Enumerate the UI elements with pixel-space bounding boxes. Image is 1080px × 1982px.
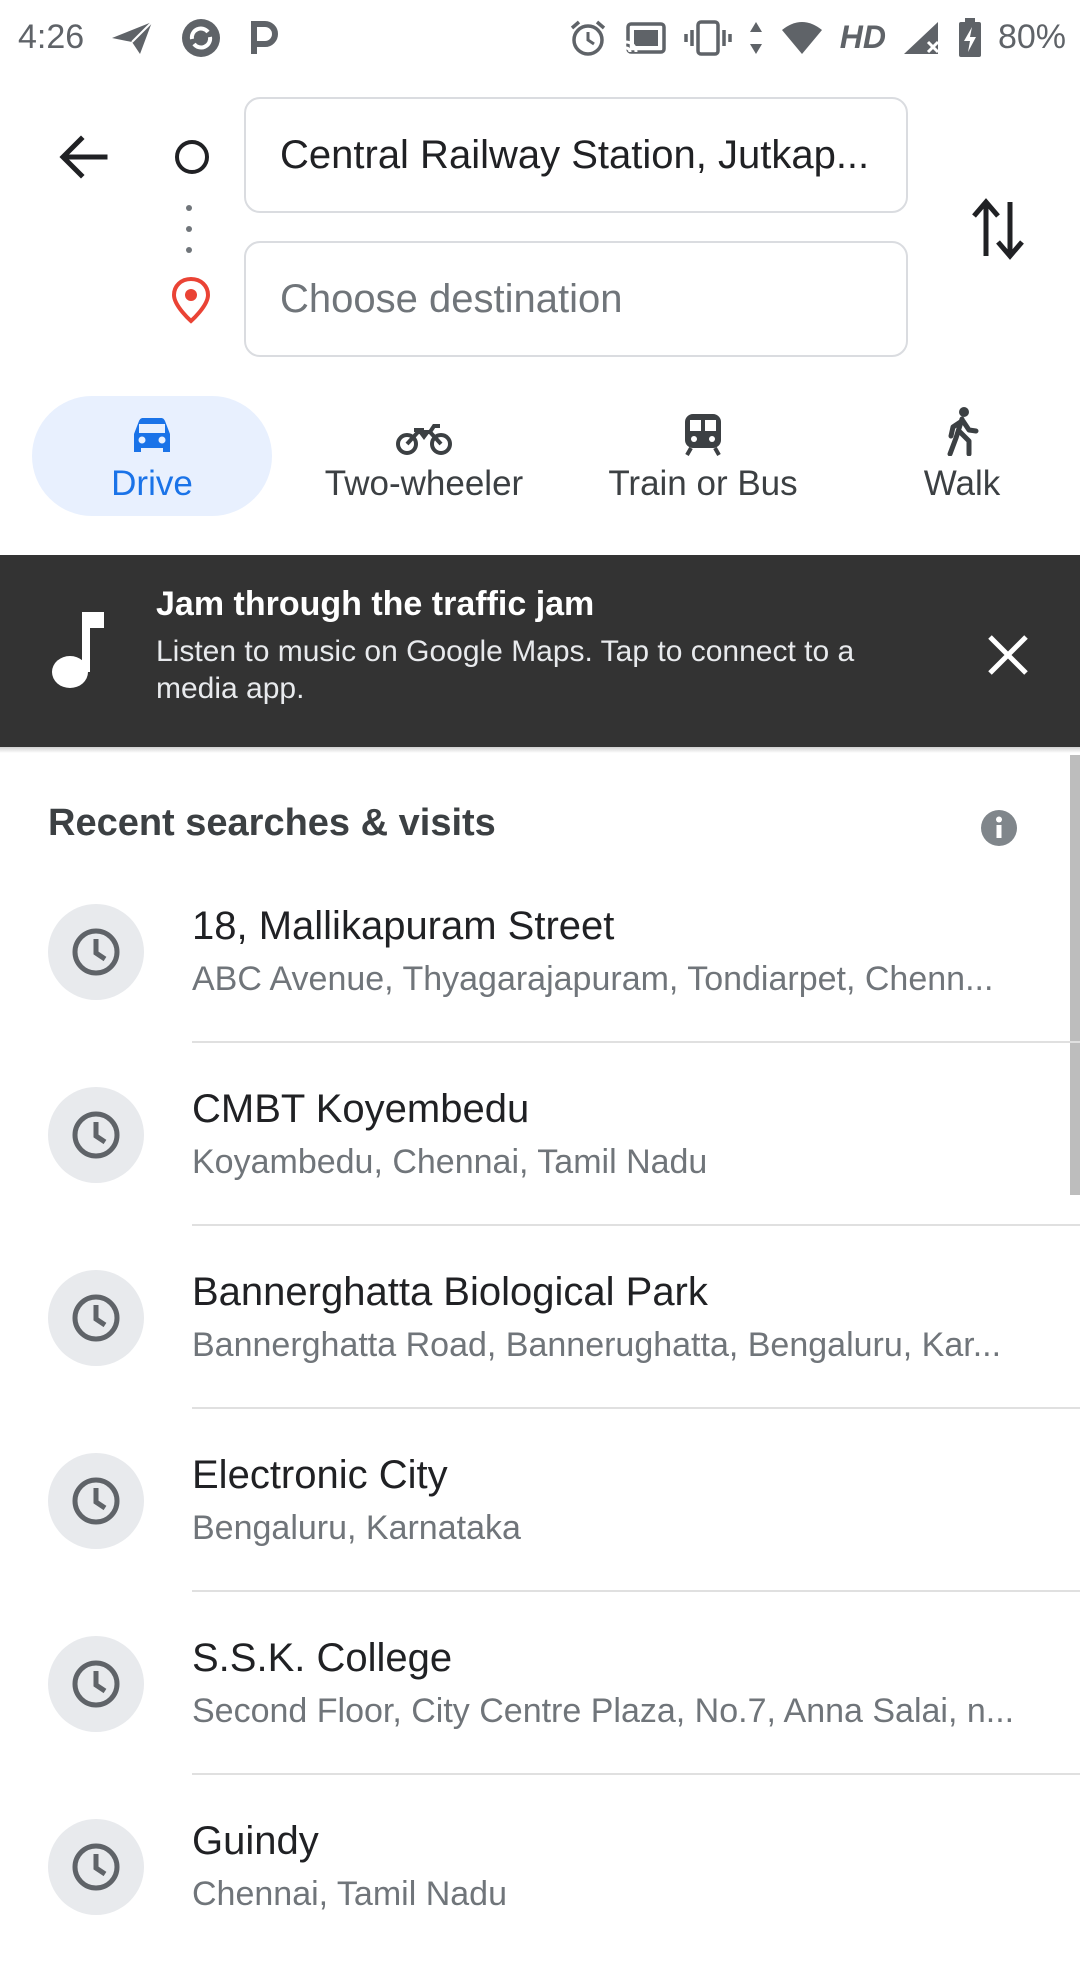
wifi-icon <box>780 20 824 56</box>
network-label: HD <box>839 19 886 55</box>
divider <box>192 1773 1080 1775</box>
item-title: Guindy <box>192 1819 319 1863</box>
car-icon <box>134 418 170 452</box>
music-promo-banner[interactable]: Jam through the traffic jam Listen to mu… <box>0 555 1080 747</box>
origin-input[interactable]: Central Railway Station, Jutkap... <box>244 97 908 213</box>
item-subtitle: Second Floor, City Centre Plaza, No.7, A… <box>192 1692 1015 1730</box>
origin-marker-icon <box>175 140 209 174</box>
status-time: 4:26 <box>18 18 85 56</box>
sync-app-icon <box>180 17 222 59</box>
list-item[interactable]: S.S.K. College Second Floor, City Centre… <box>0 1616 1080 1799</box>
item-title: Electronic City <box>192 1453 448 1497</box>
travel-mode-tabs: Drive Two-wheeler Train or Bus Walk <box>0 396 1080 516</box>
divider <box>192 1041 1080 1043</box>
divider <box>192 1224 1080 1226</box>
banner-body: Listen to music on Google Maps. Tap to c… <box>156 635 855 705</box>
item-subtitle: Bengaluru, Karnataka <box>192 1509 521 1547</box>
alarm-icon <box>568 18 608 58</box>
item-subtitle: ABC Avenue, Thyagarajapuram, Tondiarpet,… <box>192 960 994 998</box>
route-dots <box>186 205 192 253</box>
scrollbar[interactable] <box>1070 755 1080 1195</box>
item-title: S.S.K. College <box>192 1636 453 1680</box>
item-subtitle: Koyambedu, Chennai, Tamil Nadu <box>192 1143 708 1181</box>
destination-input[interactable]: Choose destination <box>244 241 908 357</box>
cast-icon <box>624 20 668 56</box>
mode-train-or-bus[interactable]: Train or Bus <box>594 396 812 516</box>
signal-icon <box>902 20 942 56</box>
train-icon <box>685 414 721 456</box>
data-arrows-icon <box>748 20 764 56</box>
swap-vert-icon <box>972 198 1024 260</box>
close-icon <box>988 635 1028 675</box>
parking-icon <box>248 20 279 56</box>
music-note-icon <box>52 612 104 688</box>
close-banner-button[interactable] <box>984 631 1032 679</box>
motorbike-icon <box>396 424 452 455</box>
item-subtitle: Chennai, Tamil Nadu <box>192 1875 507 1913</box>
status-bar: 4:26 HD 80% <box>0 0 1080 75</box>
banner-title: Jam through the traffic jam <box>156 585 595 623</box>
list-item[interactable]: Electronic City Bengaluru, Karnataka <box>0 1433 1080 1616</box>
item-subtitle: Bannerghatta Road, Bannerughatta, Bengal… <box>192 1326 1002 1364</box>
battery-charging-icon <box>958 17 982 58</box>
section-title: Recent searches & visits <box>48 802 496 844</box>
mode-two-wheeler[interactable]: Two-wheeler <box>306 396 542 516</box>
clock-icon <box>48 1636 144 1732</box>
divider <box>0 747 1080 753</box>
mode-label: Walk <box>923 464 1001 503</box>
divider <box>192 1590 1080 1592</box>
mode-label: Two-wheeler <box>324 464 524 503</box>
item-title: 18, Mallikapuram Street <box>192 904 615 948</box>
list-item[interactable]: Bannerghatta Biological Park Bannerghatt… <box>0 1250 1080 1433</box>
divider <box>192 1407 1080 1409</box>
mode-walk[interactable]: Walk <box>898 396 1026 516</box>
info-icon[interactable] <box>980 809 1018 847</box>
send-icon <box>110 20 154 56</box>
swap-button[interactable] <box>968 196 1028 262</box>
mode-label: Train or Bus <box>608 464 798 503</box>
mode-drive[interactable]: Drive <box>32 396 272 516</box>
mode-label: Drive <box>111 464 193 503</box>
clock-icon <box>48 1819 144 1915</box>
list-item[interactable]: Guindy Chennai, Tamil Nadu <box>0 1799 1070 1982</box>
clock-icon <box>48 1453 144 1549</box>
destination-pin-icon <box>171 276 211 324</box>
clock-icon <box>48 1270 144 1366</box>
origin-text: Central Railway Station, Jutkap... <box>280 132 870 177</box>
walk-icon <box>947 407 979 456</box>
item-title: CMBT Koyembedu <box>192 1087 530 1131</box>
clock-icon <box>48 904 144 1000</box>
clock-icon <box>48 1087 144 1183</box>
vibrate-icon <box>683 18 732 58</box>
back-button[interactable] <box>52 126 114 188</box>
battery-percent: 80% <box>997 18 1066 56</box>
list-item[interactable]: CMBT Koyembedu Koyambedu, Chennai, Tamil… <box>0 1067 1080 1250</box>
item-title: Bannerghatta Biological Park <box>192 1270 708 1314</box>
list-item[interactable]: 18, Mallikapuram Street ABC Avenue, Thya… <box>0 884 1080 1067</box>
arrow-back-icon <box>59 135 108 179</box>
destination-placeholder: Choose destination <box>280 276 623 321</box>
